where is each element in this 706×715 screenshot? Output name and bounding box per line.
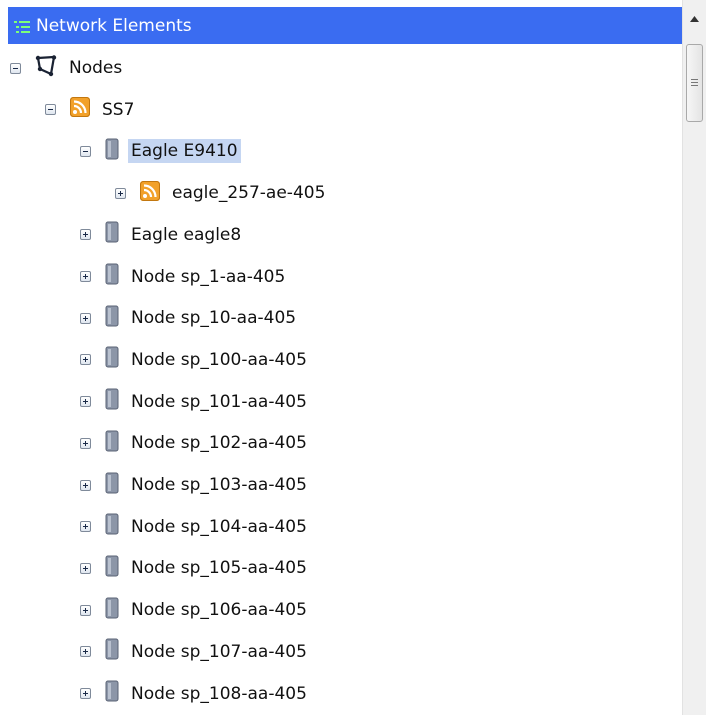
tree-row[interactable]: Node sp_107-aa-405	[80, 635, 310, 669]
tree-row[interactable]: Node sp_1-aa-405	[80, 260, 288, 294]
rss-feed-icon	[70, 97, 90, 122]
tree-item-label[interactable]: Node sp_102-aa-405	[128, 431, 310, 455]
topology-icon	[35, 54, 57, 82]
tree-item-label[interactable]: Node sp_103-aa-405	[128, 473, 310, 497]
tree-item-label[interactable]: Eagle E9410	[128, 139, 241, 164]
tree-item-label[interactable]: Node sp_100-aa-405	[128, 348, 310, 372]
tree-row[interactable]: Node sp_108-aa-405	[80, 677, 310, 711]
server-icon	[105, 346, 119, 373]
panel-header: Network Elements	[8, 7, 682, 44]
tree-item-label[interactable]: SS7	[99, 98, 137, 122]
server-icon	[105, 555, 119, 582]
collapse-toggle-icon[interactable]	[45, 104, 56, 116]
server-icon	[105, 680, 119, 707]
panel-title: Network Elements	[36, 15, 192, 36]
tree-item-label[interactable]: Eagle eagle8	[128, 223, 244, 247]
tree-item-label[interactable]: Nodes	[66, 56, 125, 80]
expand-toggle-icon[interactable]	[80, 229, 91, 241]
tree-item-label[interactable]: Node sp_105-aa-405	[128, 556, 310, 580]
tree-item-label[interactable]: Node sp_107-aa-405	[128, 640, 310, 664]
tree-row[interactable]: Node sp_103-aa-405	[80, 468, 310, 502]
collapse-toggle-icon[interactable]	[80, 145, 91, 157]
tree-row[interactable]: SS7	[45, 93, 137, 127]
tree-item-label[interactable]: Node sp_10-aa-405	[128, 306, 299, 330]
tree-item-label[interactable]: Node sp_1-aa-405	[128, 265, 288, 289]
tree-row[interactable]: eagle_257-ae-405	[115, 176, 328, 210]
expand-toggle-icon[interactable]	[80, 437, 91, 449]
vertical-scrollbar[interactable]	[682, 0, 706, 715]
tree-row[interactable]: Node sp_10-aa-405	[80, 301, 299, 335]
server-icon	[105, 388, 119, 415]
arrow-up-icon	[690, 16, 699, 22]
server-icon	[105, 263, 119, 290]
expand-toggle-icon[interactable]	[80, 479, 91, 491]
expand-toggle-icon[interactable]	[80, 396, 91, 408]
expand-toggle-icon[interactable]	[80, 312, 91, 324]
tree-row[interactable]: Node sp_101-aa-405	[80, 385, 310, 419]
scroll-thumb[interactable]	[686, 44, 703, 122]
expand-toggle-icon[interactable]	[80, 604, 91, 616]
tree-row[interactable]: Eagle E9410	[80, 134, 241, 168]
scroll-up-button[interactable]	[683, 7, 706, 31]
tree-row[interactable]: Node sp_100-aa-405	[80, 343, 310, 377]
network-tree[interactable]: Nodes SS7 Eagle E9410 eagle_257-ae-405 Eagle…	[8, 44, 682, 715]
server-icon	[105, 513, 119, 540]
tree-item-label[interactable]: Node sp_104-aa-405	[128, 515, 310, 539]
rss-feed-icon	[140, 180, 160, 206]
server-icon	[105, 221, 119, 248]
server-icon	[105, 430, 119, 457]
tree-row[interactable]: Eagle eagle8	[80, 218, 244, 252]
expand-toggle-icon[interactable]	[80, 271, 91, 282]
expand-toggle-icon[interactable]	[115, 187, 126, 199]
server-icon	[105, 472, 119, 499]
tree-list-icon	[14, 19, 30, 33]
tree-item-label[interactable]: eagle_257-ae-405	[169, 181, 328, 205]
expand-toggle-icon[interactable]	[80, 521, 91, 533]
tree-row[interactable]: Node sp_104-aa-405	[80, 510, 310, 544]
expand-toggle-icon[interactable]	[80, 354, 91, 366]
server-icon	[105, 597, 119, 624]
server-icon	[105, 638, 119, 665]
expand-toggle-icon[interactable]	[80, 562, 91, 574]
tree-row[interactable]: Node sp_106-aa-405	[80, 593, 310, 627]
expand-toggle-icon[interactable]	[80, 688, 91, 699]
tree-item-label[interactable]: Node sp_101-aa-405	[128, 390, 310, 414]
tree-row[interactable]: Node sp_102-aa-405	[80, 426, 310, 460]
tree-item-label[interactable]: Node sp_108-aa-405	[128, 682, 310, 706]
server-icon	[105, 138, 119, 165]
tree-item-label[interactable]: Node sp_106-aa-405	[128, 598, 310, 622]
server-icon	[105, 305, 119, 332]
tree-row[interactable]: Node sp_105-aa-405	[80, 551, 310, 585]
expand-toggle-icon[interactable]	[80, 646, 91, 658]
collapse-toggle-icon[interactable]	[10, 62, 21, 74]
tree-row[interactable]: Nodes	[10, 51, 125, 85]
